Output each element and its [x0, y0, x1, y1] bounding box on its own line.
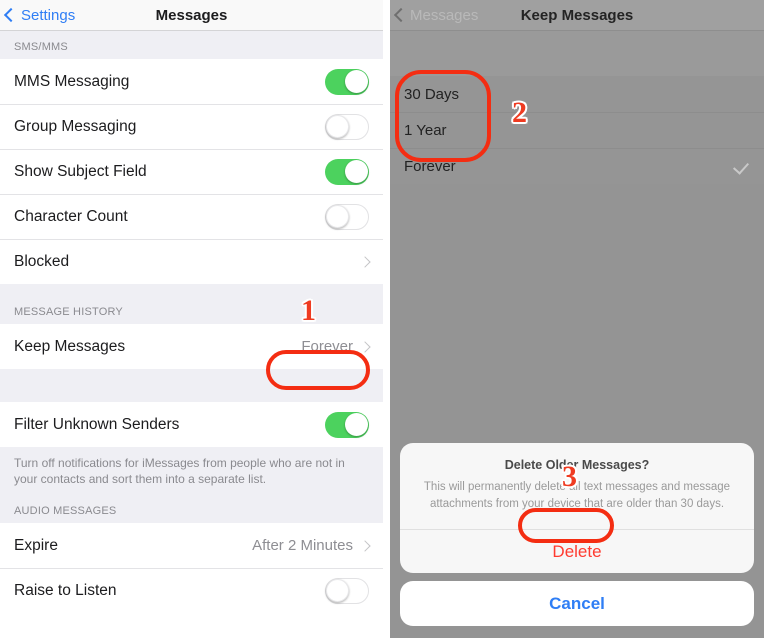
section-spacer [390, 31, 764, 76]
row-filter-unknown-senders[interactable]: Filter Unknown Senders [0, 402, 383, 447]
row-label: Filter Unknown Senders [14, 415, 180, 433]
keep-messages-screen: Messages Keep Messages 30 Days 1 Year Fo… [390, 0, 764, 638]
chevron-right-icon [359, 255, 371, 268]
option-forever[interactable]: Forever [390, 148, 764, 184]
alert-message: This will permanently delete all text me… [423, 481, 731, 510]
toggle-raise-to-listen[interactable] [325, 577, 369, 604]
alert-box: Delete Older Messages? This will permane… [400, 443, 754, 573]
dual-phone-screenshot: Settings Messages SMS/MMS MMS Messaging … [0, 0, 764, 638]
row-blocked[interactable]: Blocked [0, 239, 383, 284]
toggle-knob [326, 114, 349, 138]
option-label: 1 Year [404, 121, 447, 139]
chevron-right-icon [359, 539, 371, 552]
panel-divider [383, 0, 390, 638]
section-spacer [0, 284, 383, 302]
cancel-button[interactable]: Cancel [400, 581, 754, 626]
option-30-days[interactable]: 30 Days [390, 76, 764, 112]
row-label: Blocked [14, 252, 70, 270]
row-show-subject-field[interactable]: Show Subject Field [0, 149, 383, 194]
toggle-show-subject-field[interactable] [325, 158, 369, 185]
row-keep-messages[interactable]: Keep Messages Forever [0, 324, 383, 369]
row-character-count[interactable]: Character Count [0, 194, 383, 239]
row-label: Expire [14, 536, 58, 554]
footnote-filter-unknown-senders: Turn off notifications for iMessages fro… [0, 447, 383, 497]
row-label: Character Count [14, 207, 128, 225]
chevron-right-icon [359, 340, 371, 353]
delete-button[interactable]: Delete [400, 530, 754, 573]
row-group-messaging[interactable]: Group Messaging [0, 104, 383, 149]
option-label: Forever [404, 157, 456, 175]
row-label: Group Messaging [14, 117, 137, 135]
row-label: Show Subject Field [14, 162, 147, 180]
back-to-settings-button[interactable]: Settings [3, 6, 76, 24]
keep-messages-value: Forever [301, 338, 353, 355]
row-mms-messaging[interactable]: MMS Messaging [0, 59, 383, 104]
row-label: Raise to Listen [14, 581, 117, 599]
section-spacer [0, 369, 383, 402]
toggle-knob [344, 160, 368, 183]
row-raise-to-listen[interactable]: Raise to Listen [0, 568, 383, 613]
expire-value: After 2 Minutes [252, 537, 353, 554]
toggle-filter-unknown-senders[interactable] [325, 411, 369, 438]
right-nav-bar: Messages Keep Messages [390, 0, 764, 31]
option-1-year[interactable]: 1 Year [390, 112, 764, 148]
toggle-character-count[interactable] [325, 203, 369, 230]
row-label: MMS Messaging [14, 72, 130, 90]
left-nav-bar: Settings Messages [0, 0, 383, 31]
option-label: 30 Days [404, 85, 460, 103]
back-button-label: Settings [21, 6, 76, 24]
section-header-audio-messages: AUDIO MESSAGES [0, 497, 383, 523]
toggle-knob [344, 413, 368, 436]
delete-older-messages-alert: Delete Older Messages? This will permane… [400, 443, 754, 626]
row-label: Keep Messages [14, 337, 126, 355]
toggle-knob [326, 578, 349, 602]
chevron-left-icon [3, 7, 19, 23]
page-title: Keep Messages [520, 6, 634, 24]
section-header-sms-mms: SMS/MMS [0, 31, 383, 59]
row-expire[interactable]: Expire After 2 Minutes [0, 523, 383, 568]
toggle-mms-messaging[interactable] [325, 68, 369, 95]
messages-settings-screen: Settings Messages SMS/MMS MMS Messaging … [0, 0, 383, 638]
checkmark-icon [732, 157, 750, 175]
section-header-message-history: MESSAGE HISTORY [0, 302, 383, 324]
toggle-knob [344, 70, 368, 93]
toggle-group-messaging[interactable] [325, 113, 369, 140]
toggle-knob [326, 204, 349, 228]
alert-title: Delete Older Messages? [504, 458, 650, 472]
